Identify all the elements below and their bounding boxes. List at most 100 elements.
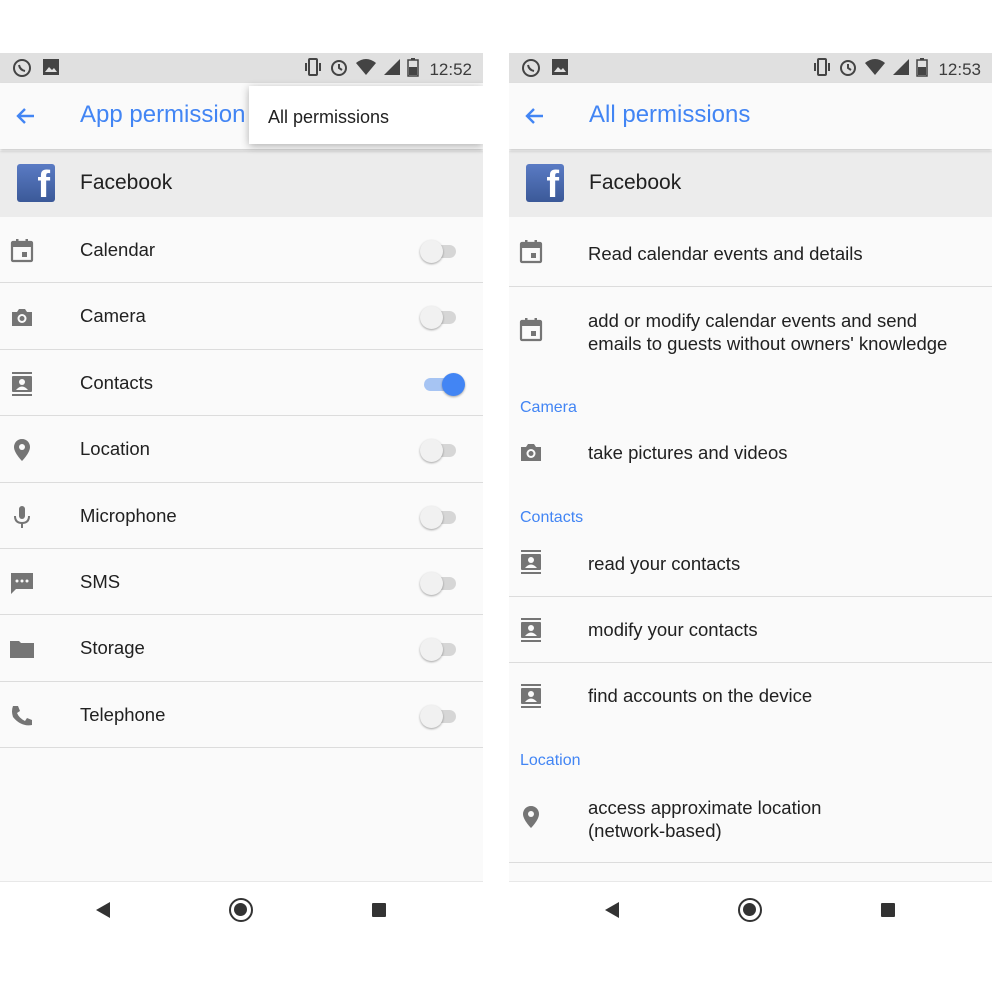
section-header-location: Location (520, 752, 581, 769)
permission-row-telephone[interactable]: Telephone (0, 682, 483, 749)
permission-label: Telephone (80, 703, 166, 725)
permission-label: Calendar (80, 239, 156, 260)
status-bar: 12:53 (509, 53, 992, 83)
app-header: f Facebook (509, 151, 992, 217)
divider (509, 862, 992, 863)
signal-icon (892, 58, 910, 81)
section-header-contacts: Contacts (520, 509, 584, 526)
permission-item-approximate-location[interactable]: access approximate location (network-bas… (509, 775, 992, 861)
permission-label: Camera (80, 305, 146, 327)
calendar-icon (518, 239, 544, 265)
permission-row-contacts[interactable]: Contacts (0, 350, 483, 417)
page-title: App permission (80, 101, 246, 128)
menu-item-all-permissions[interactable]: All permissions (268, 107, 389, 128)
status-time: 12:52 (429, 59, 472, 79)
wifi-icon (864, 58, 886, 81)
app-name: Facebook (80, 171, 173, 194)
image-icon (42, 58, 60, 83)
battery-icon (407, 57, 420, 82)
section-header-camera: Camera (520, 399, 577, 416)
app-bar: All permissions (509, 83, 992, 149)
image-icon (551, 58, 569, 83)
phone-icon (9, 703, 35, 729)
permission-label: Read calendar events and details (588, 243, 863, 264)
calendar-icon (518, 317, 544, 343)
folder-icon (9, 636, 35, 662)
alarm-icon (329, 57, 349, 82)
permission-label: Contacts (80, 371, 154, 393)
permission-row-camera[interactable]: Camera (0, 283, 483, 350)
permission-toggle[interactable] (420, 637, 460, 662)
permission-item-modify-calendar[interactable]: add or modify calendar events and send e… (509, 287, 992, 367)
nav-recents-icon[interactable] (881, 903, 895, 917)
permission-item-read-contacts[interactable]: read your contacts (509, 531, 992, 596)
permission-toggle[interactable] (420, 372, 465, 396)
nav-home-icon[interactable] (229, 898, 253, 922)
permission-row-sms[interactable]: SMS (0, 549, 483, 616)
permission-row-location[interactable]: Location (0, 416, 483, 483)
permission-item-take-pictures[interactable]: take pictures and videos (509, 421, 992, 487)
back-arrow-icon[interactable] (521, 102, 549, 130)
contacts-icon (9, 371, 35, 397)
permission-toggle[interactable] (420, 505, 460, 529)
permission-label: Storage (80, 637, 145, 659)
navigation-bar (0, 881, 483, 939)
location-pin-icon (518, 804, 544, 830)
nav-back-icon[interactable] (605, 902, 619, 918)
app-header: f Facebook (0, 151, 483, 217)
permission-label: Location (80, 438, 150, 460)
contacts-icon (518, 549, 544, 575)
permission-toggle[interactable] (420, 305, 460, 330)
status-time: 12:53 (938, 59, 981, 79)
permission-label: SMS (80, 570, 121, 592)
calendar-icon (9, 238, 35, 264)
left-screen: 12:52 App permission All permissions f F… (0, 53, 483, 881)
permission-label: read your contacts (588, 553, 741, 574)
permission-item-find-accounts[interactable]: find accounts on the device (509, 663, 992, 729)
contacts-icon (518, 617, 544, 643)
permission-label-line2: emails to guests without owners' knowled… (588, 333, 948, 354)
permission-label: find accounts on the device (588, 685, 813, 706)
whatsapp-icon (521, 58, 541, 83)
permission-item-modify-contacts[interactable]: modify your contacts (509, 597, 992, 662)
back-arrow-icon[interactable] (12, 102, 40, 130)
permission-row-microphone[interactable]: Microphone (0, 483, 483, 549)
alarm-icon (838, 57, 858, 82)
permission-toggle[interactable] (420, 571, 460, 595)
facebook-logo-icon: f (17, 164, 55, 202)
microphone-icon (9, 504, 35, 530)
permission-row-storage[interactable]: Storage (0, 615, 483, 682)
wifi-icon (355, 58, 377, 81)
location-pin-icon (9, 437, 35, 463)
overflow-menu[interactable]: All permissions (249, 86, 483, 144)
permission-toggle[interactable] (420, 239, 460, 263)
contacts-icon (518, 683, 544, 709)
vibrate-icon (303, 57, 323, 82)
vibrate-icon (812, 57, 832, 82)
permission-label-line2: (network-based) (588, 820, 722, 841)
nav-home-icon[interactable] (738, 898, 762, 922)
battery-icon (916, 57, 929, 82)
signal-icon (383, 58, 401, 81)
permission-toggle[interactable] (420, 704, 460, 728)
sms-icon (9, 570, 35, 596)
nav-recents-icon[interactable] (372, 903, 386, 917)
permission-label: modify your contacts (588, 619, 758, 640)
status-bar: 12:52 (0, 53, 483, 83)
camera-icon (9, 304, 35, 330)
permission-label-line1: add or modify calendar events and send (588, 310, 918, 331)
permission-list: Calendar Camera Contacts Location Microp… (0, 217, 483, 749)
app-name: Facebook (589, 171, 682, 194)
permission-label-line1: access approximate location (588, 797, 822, 818)
navigation-bar (509, 881, 992, 939)
right-screen: 12:53 All permissions f Facebook Read ca… (509, 53, 992, 881)
page-title: All permissions (589, 101, 751, 128)
permission-item-read-calendar[interactable]: Read calendar events and details (509, 217, 992, 283)
facebook-logo-icon: f (526, 164, 564, 202)
whatsapp-icon (12, 58, 32, 83)
camera-icon (518, 439, 544, 465)
permission-label: Microphone (80, 504, 177, 526)
permission-toggle[interactable] (420, 438, 460, 463)
permission-row-calendar[interactable]: Calendar (0, 217, 483, 284)
nav-back-icon[interactable] (96, 902, 110, 918)
